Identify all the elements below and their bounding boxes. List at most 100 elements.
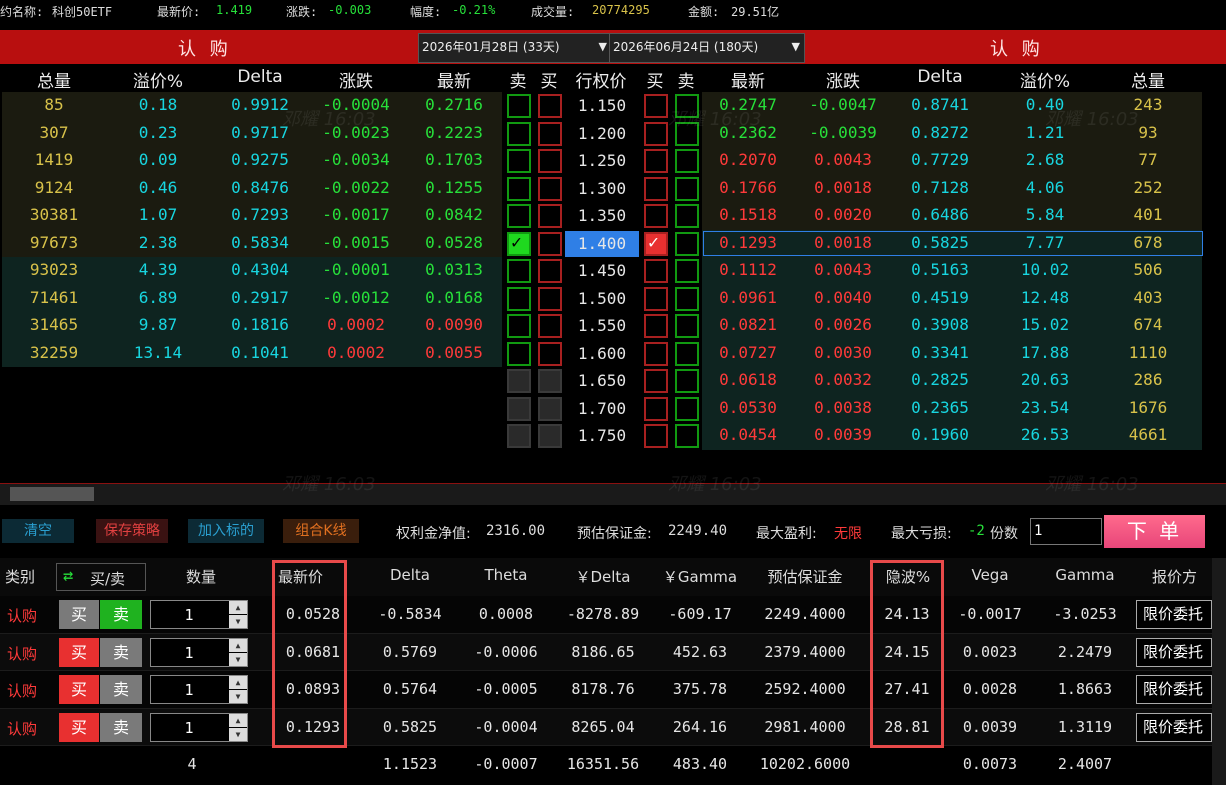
right-sell-checkbox[interactable]	[675, 231, 699, 256]
right-sell-checkbox[interactable]	[675, 259, 699, 283]
right-buy-checkbox[interactable]	[644, 94, 668, 118]
spin-down-icon[interactable]: ▼	[229, 615, 247, 628]
quantity-stepper[interactable]: 1 ▲ ▼	[150, 675, 248, 704]
left-sell-checkbox[interactable]	[507, 369, 531, 393]
left-sell-checkbox[interactable]	[507, 204, 531, 228]
left-buy-checkbox[interactable]	[538, 314, 562, 338]
right-buy-checkbox[interactable]	[644, 286, 668, 311]
quote-type-select[interactable]: 限价委托	[1136, 675, 1212, 704]
left-sell-checkbox[interactable]: ✓	[507, 231, 531, 256]
left-buy-checkbox[interactable]	[538, 424, 562, 448]
left-sell-checkbox[interactable]	[507, 396, 531, 421]
add-underlying-button[interactable]: 加入标的	[188, 519, 264, 543]
left-sell-checkbox[interactable]	[507, 121, 531, 146]
toggle-buy-sell-button[interactable]: ⇄ 买/卖	[56, 563, 146, 591]
right-change: 0.0040	[814, 287, 872, 307]
clear-button[interactable]: 清空	[2, 519, 74, 543]
right-sell-checkbox[interactable]	[675, 424, 699, 448]
left-change: -0.0034	[322, 150, 390, 169]
spin-down-icon[interactable]: ▼	[229, 690, 247, 703]
left-buy-checkbox[interactable]	[538, 341, 562, 366]
quantity-stepper[interactable]: 1 ▲ ▼	[150, 600, 248, 629]
position-vega: -0.0017	[958, 605, 1022, 623]
spin-up-icon[interactable]: ▲	[229, 601, 247, 614]
left-sell-checkbox[interactable]	[507, 259, 531, 283]
buy-button[interactable]: 买	[59, 637, 99, 667]
expiry-select-left[interactable]: 2026年01月28日 (33天) ▼	[418, 33, 612, 63]
left-premium: 6.89	[138, 287, 178, 307]
left-buy-checkbox[interactable]	[538, 286, 562, 311]
right-buy-checkbox[interactable]	[644, 424, 668, 448]
left-sell-checkbox[interactable]	[507, 94, 531, 118]
left-sell-checkbox[interactable]	[507, 149, 531, 173]
volume-value: 20774295	[592, 3, 650, 17]
right-buy-checkbox[interactable]	[644, 341, 668, 366]
left-sell-checkbox[interactable]	[507, 176, 531, 201]
left-last: 0.1255	[425, 177, 483, 197]
buy-button[interactable]: 买	[59, 675, 99, 704]
col-left-change: 涨跌	[339, 72, 373, 92]
sell-button[interactable]: 卖	[100, 712, 142, 742]
right-buy-checkbox[interactable]	[644, 369, 668, 393]
sell-button[interactable]: 卖	[100, 637, 142, 667]
right-buy-checkbox[interactable]	[644, 121, 668, 146]
right-buy-checkbox[interactable]	[644, 314, 668, 338]
sell-button[interactable]: 卖	[100, 675, 142, 704]
left-buy-checkbox[interactable]	[538, 204, 562, 228]
spin-up-icon[interactable]: ▲	[229, 713, 247, 727]
right-sell-checkbox[interactable]	[675, 341, 699, 366]
left-buy-checkbox[interactable]	[538, 121, 562, 146]
left-premium: 2.38	[138, 232, 178, 252]
right-buy-checkbox[interactable]	[644, 204, 668, 228]
left-premium: 9.87	[138, 315, 178, 334]
left-buy-checkbox[interactable]	[538, 231, 562, 256]
right-sell-checkbox[interactable]	[675, 369, 699, 393]
scrollbar-thumb[interactable]	[10, 487, 94, 501]
right-sell-checkbox[interactable]	[675, 286, 699, 311]
right-sell-checkbox[interactable]	[675, 314, 699, 338]
right-sell-checkbox[interactable]	[675, 149, 699, 173]
watermark: 邓耀 16:03	[282, 474, 376, 495]
buy-button[interactable]: 买	[59, 600, 99, 629]
right-sell-checkbox[interactable]	[675, 396, 699, 421]
left-sell-checkbox[interactable]	[507, 341, 531, 366]
left-buy-checkbox[interactable]	[538, 149, 562, 173]
quote-type-select[interactable]: 限价委托	[1136, 637, 1212, 667]
left-buy-checkbox[interactable]	[538, 176, 562, 201]
spin-up-icon[interactable]: ▲	[229, 676, 247, 689]
quantity-stepper[interactable]: 1 ▲ ▼	[150, 712, 248, 742]
left-buy-checkbox[interactable]	[538, 369, 562, 393]
quote-type-select[interactable]: 限价委托	[1136, 600, 1212, 629]
total-ygamma: 483.40	[672, 755, 728, 773]
sell-button[interactable]: 卖	[100, 600, 142, 629]
right-buy-checkbox[interactable]	[644, 396, 668, 421]
expiry-select-right[interactable]: 2026年06月24日 (180天) ▼	[609, 33, 805, 63]
left-buy-checkbox[interactable]	[538, 259, 562, 283]
right-sell-checkbox[interactable]	[675, 204, 699, 228]
change-value: -0.003	[328, 3, 372, 17]
buy-button[interactable]: 买	[59, 712, 99, 742]
spin-down-icon[interactable]: ▼	[229, 727, 247, 741]
left-buy-checkbox[interactable]	[538, 94, 562, 118]
spin-up-icon[interactable]: ▲	[229, 638, 247, 652]
right-sell-checkbox[interactable]	[675, 176, 699, 201]
positions-scrollbar[interactable]	[1212, 558, 1226, 785]
right-buy-checkbox[interactable]	[644, 259, 668, 283]
place-order-button[interactable]: 下 单	[1104, 515, 1205, 548]
right-buy-checkbox[interactable]	[644, 149, 668, 173]
right-buy-checkbox[interactable]: ✓	[644, 231, 668, 256]
left-sell-checkbox[interactable]	[507, 286, 531, 311]
save-strategy-button[interactable]: 保存策略	[96, 519, 168, 543]
right-buy-checkbox[interactable]	[644, 176, 668, 201]
chain-scrollbar[interactable]	[0, 483, 1226, 505]
spin-down-icon[interactable]: ▼	[229, 652, 247, 666]
quantity-stepper[interactable]: 1 ▲ ▼	[150, 637, 248, 667]
qty-input[interactable]: 1	[1030, 518, 1102, 545]
left-sell-checkbox[interactable]	[507, 424, 531, 448]
combo-kline-button[interactable]: 组合K线	[283, 519, 359, 543]
left-sell-checkbox[interactable]	[507, 314, 531, 338]
left-delta: 0.8476	[231, 177, 289, 197]
swap-icon: ⇄	[63, 566, 74, 586]
quote-type-select[interactable]: 限价委托	[1136, 712, 1212, 742]
left-buy-checkbox[interactable]	[538, 396, 562, 421]
